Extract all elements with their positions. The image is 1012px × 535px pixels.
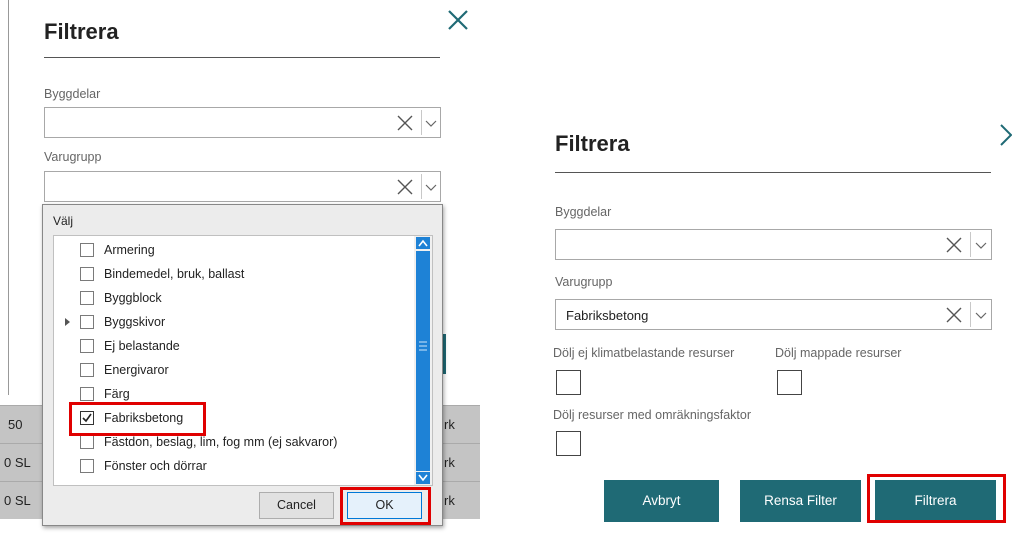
list-item-label: Ej belastande bbox=[104, 339, 180, 353]
hide-non-climate-checkbox[interactable] bbox=[556, 370, 581, 395]
left-filter-panel: Filtrera Byggdelar Varugrupp 50 rk 0 SL … bbox=[0, 0, 480, 535]
list-item[interactable]: Energivaror bbox=[54, 359, 414, 383]
hide-conversion-checkbox[interactable] bbox=[556, 431, 581, 456]
list-item[interactable]: Byggblock bbox=[54, 287, 414, 311]
page-title: Filtrera bbox=[555, 131, 630, 156]
scroll-up-icon[interactable] bbox=[416, 237, 430, 249]
list-item-label: Byggblock bbox=[104, 291, 162, 305]
varugrupp-list[interactable]: Armering Bindemedel, bruk, ballast Byggb… bbox=[53, 235, 433, 486]
row-cell: 0 SL bbox=[4, 455, 31, 470]
checkbox[interactable] bbox=[80, 363, 94, 377]
byggdelar-label: Byggdelar bbox=[44, 87, 101, 101]
hide-mapped-checkbox[interactable] bbox=[777, 370, 802, 395]
option-label: Dölj resurser med omräkningsfaktor bbox=[553, 408, 751, 422]
varugrupp-label: Varugrupp bbox=[555, 275, 613, 289]
list-item-label: Färg bbox=[104, 387, 130, 401]
combo-separator bbox=[421, 174, 422, 199]
combo-separator bbox=[421, 110, 422, 135]
varugrupp-label: Varugrupp bbox=[44, 150, 102, 164]
row-cell: rk bbox=[444, 455, 455, 470]
list-item-label: Fönster och dörrar bbox=[104, 459, 207, 473]
option-label: Dölj ej klimatbelastande resurser bbox=[553, 346, 735, 360]
row-cell: 0 SL bbox=[4, 493, 31, 508]
clear-x-icon[interactable] bbox=[396, 114, 414, 132]
clear-x-icon[interactable] bbox=[396, 178, 414, 196]
varugrupp-combo[interactable] bbox=[44, 171, 441, 202]
close-icon[interactable] bbox=[999, 123, 1012, 147]
checkbox[interactable] bbox=[80, 459, 94, 473]
list-item[interactable]: Bindemedel, bruk, ballast bbox=[54, 263, 414, 287]
divider-line bbox=[8, 0, 9, 395]
list-item[interactable]: Ej belastande bbox=[54, 335, 414, 359]
combo-separator bbox=[970, 232, 971, 257]
row-cell: rk bbox=[444, 417, 455, 432]
chevron-down-icon[interactable] bbox=[975, 309, 987, 321]
list-item-label: Fästdon, beslag, lim, fog mm (ej sakvaro… bbox=[104, 435, 338, 449]
close-icon[interactable] bbox=[446, 8, 470, 32]
clear-x-icon[interactable] bbox=[945, 236, 963, 254]
popup-header: Välj bbox=[53, 214, 74, 228]
expand-arrow-icon[interactable] bbox=[65, 318, 70, 326]
byggdelar-combo[interactable] bbox=[555, 229, 992, 260]
byggdelar-label: Byggdelar bbox=[555, 205, 612, 219]
page-title: Filtrera bbox=[44, 19, 119, 44]
highlight-box bbox=[69, 402, 206, 436]
row-cell: rk bbox=[444, 493, 455, 508]
list-item[interactable]: Fönster och dörrar bbox=[54, 455, 414, 479]
list-item-label: Energivaror bbox=[104, 363, 169, 377]
chevron-down-icon[interactable] bbox=[425, 181, 437, 193]
byggdelar-combo[interactable] bbox=[44, 107, 441, 138]
row-cell: 50 bbox=[8, 417, 23, 432]
clear-x-icon[interactable] bbox=[945, 306, 963, 324]
combo-separator bbox=[970, 302, 971, 327]
highlight-box bbox=[867, 474, 1006, 523]
checkbox[interactable] bbox=[80, 339, 94, 353]
avbryt-button[interactable]: Avbryt bbox=[604, 480, 719, 522]
highlight-box bbox=[340, 487, 431, 525]
chevron-down-icon[interactable] bbox=[975, 239, 987, 251]
varugrupp-dropdown-popup: Välj Armering Bindemedel, bruk, ballast … bbox=[42, 204, 443, 526]
checkbox[interactable] bbox=[80, 315, 94, 329]
scroll-down-icon[interactable] bbox=[416, 472, 430, 484]
chevron-down-icon[interactable] bbox=[425, 117, 437, 129]
checkbox[interactable] bbox=[80, 267, 94, 281]
list-item-label: Byggskivor bbox=[104, 315, 166, 329]
checkbox[interactable] bbox=[80, 243, 94, 257]
rensa-filter-button[interactable]: Rensa Filter bbox=[740, 480, 861, 522]
list-item[interactable]: Byggskivor bbox=[54, 311, 414, 335]
scroll-thumb[interactable] bbox=[416, 251, 430, 471]
checkbox[interactable] bbox=[80, 291, 94, 305]
cancel-button[interactable]: Cancel bbox=[259, 492, 334, 519]
checkbox[interactable] bbox=[80, 387, 94, 401]
title-rule bbox=[44, 57, 440, 58]
title-rule bbox=[555, 172, 991, 173]
list-item-label: Bindemedel, bruk, ballast bbox=[104, 267, 245, 281]
vertical-scrollbar[interactable] bbox=[414, 236, 432, 485]
combo-value: Fabriksbetong bbox=[566, 308, 649, 323]
option-label: Dölj mappade resurser bbox=[775, 346, 902, 360]
checkbox[interactable] bbox=[80, 435, 94, 449]
list-item[interactable]: Armering bbox=[54, 239, 414, 263]
varugrupp-combo[interactable]: Fabriksbetong bbox=[555, 299, 992, 330]
list-item-label: Armering bbox=[104, 243, 155, 257]
